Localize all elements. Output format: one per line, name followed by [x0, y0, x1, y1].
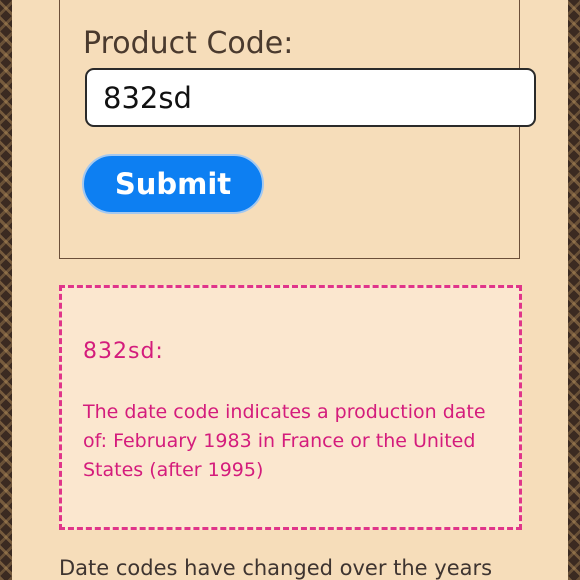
product-code-input[interactable] [85, 68, 536, 127]
result-title: 832sd: [83, 339, 164, 364]
decorative-pattern-left [0, 0, 12, 580]
submit-button[interactable]: Submit [82, 154, 264, 214]
result-description: The date code indicates a production dat… [83, 401, 486, 481]
product-code-label: Product Code: [83, 26, 294, 61]
decorative-pattern-right [568, 0, 580, 580]
date-codes-note: Date codes have changed over the years [59, 556, 493, 580]
main-panel: Product Code: Submit 832sd: The date cod… [12, 0, 568, 580]
